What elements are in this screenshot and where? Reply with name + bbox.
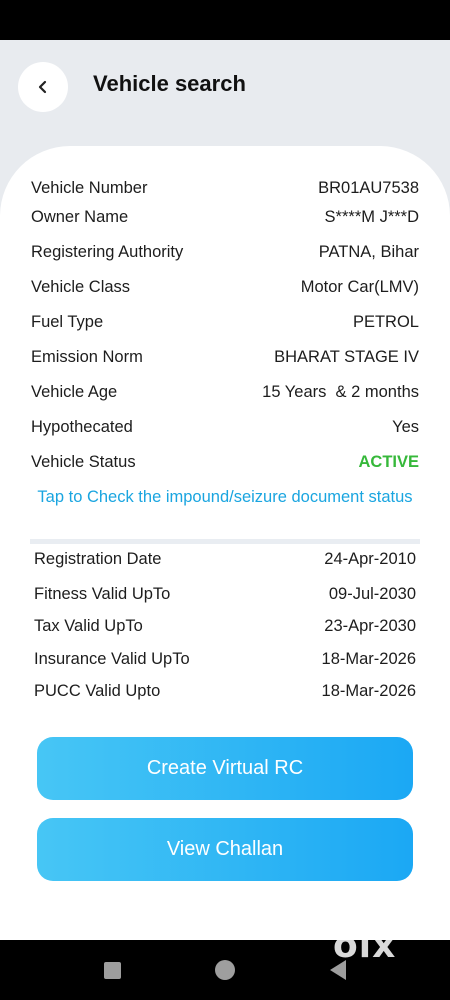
detail-label: Registering Authority (31, 243, 184, 261)
detail-row-emission-norm: Emission Norm BHARAT STAGE IV (31, 348, 419, 367)
validity-label: Tax Valid UpTo (34, 617, 143, 635)
detail-row-vehicle-number: Vehicle Number BR01AU7538 (31, 179, 419, 198)
detail-label: Fuel Type (31, 313, 104, 331)
olx-watermark-logo: olx (333, 925, 397, 966)
detail-value: PATNA, Bihar (318, 243, 419, 261)
detail-value: BHARAT STAGE IV (274, 348, 419, 366)
detail-label: Hypothecated (31, 418, 133, 436)
detail-row-registering-authority: Registering Authority PATNA, Bihar (31, 243, 419, 262)
validity-value: 18-Mar-2026 (321, 682, 416, 700)
square-icon[interactable] (104, 962, 121, 979)
validity-label: PUCC Valid Upto (34, 682, 161, 700)
detail-row-vehicle-age: Vehicle Age 15 Years & 2 months (31, 383, 419, 402)
detail-label: Vehicle Number (31, 179, 148, 197)
detail-row-vehicle-class: Vehicle Class Motor Car(LMV) (31, 278, 419, 297)
detail-value: Motor Car(LMV) (300, 278, 419, 296)
detail-row-fuel-type: Fuel Type PETROL (31, 313, 419, 332)
app-header: Vehicle search (0, 40, 450, 160)
detail-label: Owner Name (31, 208, 129, 226)
detail-label: Vehicle Age (31, 383, 118, 401)
detail-value: BR01AU7538 (318, 179, 419, 197)
validity-row-pucc: PUCC Valid Upto 18-Mar-2026 (34, 682, 416, 701)
detail-value: S****M J***D (324, 208, 419, 226)
validity-value: 09-Jul-2030 (328, 585, 416, 603)
status-badge: ACTIVE (358, 453, 419, 471)
validity-row-insurance: Insurance Valid UpTo 18-Mar-2026 (34, 650, 416, 669)
impound-status-link[interactable]: Tap to Check the impound/seizure documen… (30, 486, 420, 508)
create-virtual-rc-button[interactable]: Create Virtual RC (37, 737, 413, 800)
validity-value: 18-Mar-2026 (321, 650, 416, 668)
validity-value: 24-Apr-2010 (324, 550, 416, 568)
chevron-left-icon (38, 80, 47, 94)
detail-value: 15 Years & 2 months (262, 383, 419, 401)
validity-label: Insurance Valid UpTo (34, 650, 190, 668)
detail-row-owner-name: Owner Name S****M J***D (31, 208, 419, 227)
validity-row-fitness: Fitness Valid UpTo 09-Jul-2030 (34, 585, 416, 604)
view-challan-button[interactable]: View Challan (37, 818, 413, 881)
detail-label: Vehicle Status (31, 453, 136, 471)
validity-label: Registration Date (34, 550, 162, 568)
validity-label: Fitness Valid UpTo (34, 585, 171, 603)
circle-icon[interactable] (215, 960, 235, 980)
status-bar (0, 0, 450, 40)
back-button[interactable] (18, 62, 68, 112)
page-title: Vehicle search (93, 71, 246, 96)
detail-value: Yes (392, 418, 419, 436)
detail-label: Vehicle Class (31, 278, 131, 296)
detail-value: PETROL (352, 313, 419, 331)
detail-label: Emission Norm (31, 348, 143, 366)
validity-value: 23-Apr-2030 (324, 617, 416, 635)
detail-row-hypothecated: Hypothecated Yes (31, 418, 419, 437)
section-divider (30, 539, 420, 544)
detail-row-vehicle-status: Vehicle Status ACTIVE (31, 453, 419, 472)
validity-row-registration-date: Registration Date 24-Apr-2010 (34, 550, 416, 569)
validity-row-tax: Tax Valid UpTo 23-Apr-2030 (34, 617, 416, 636)
